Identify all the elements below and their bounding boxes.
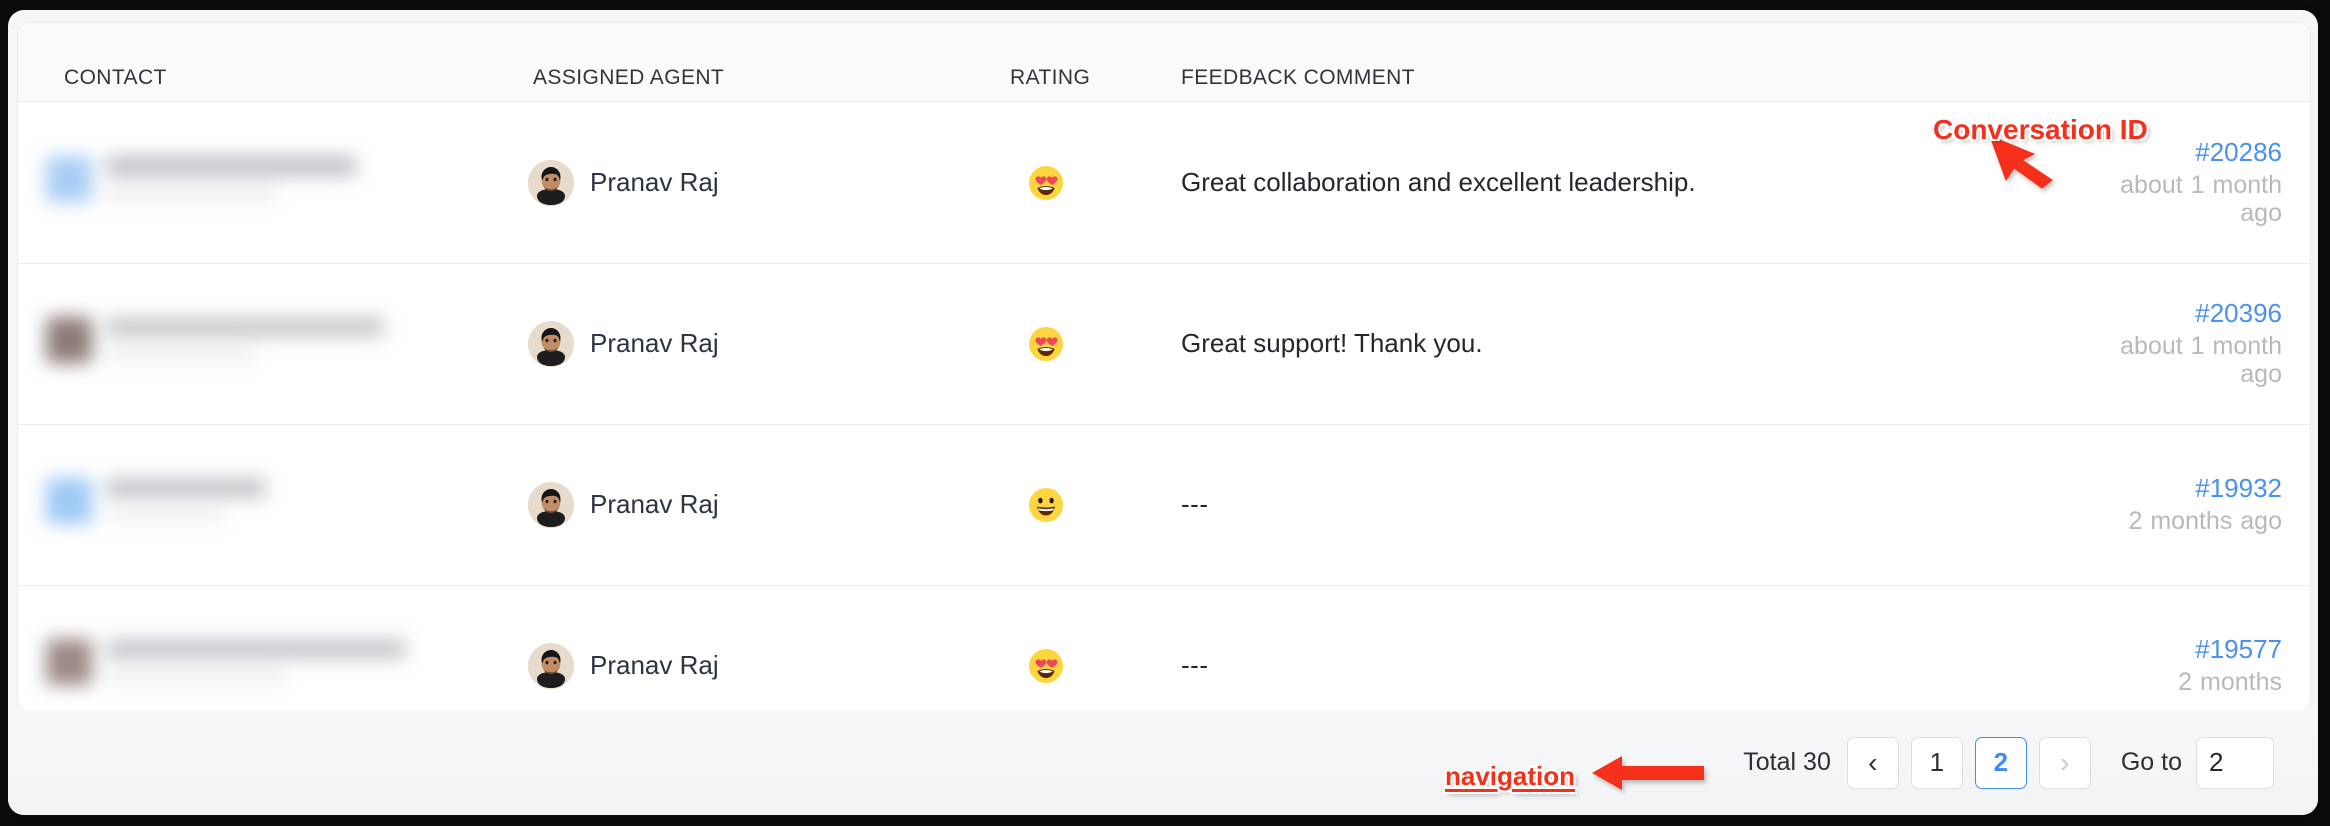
contact-sub-redacted [106,185,276,201]
assigned-agent-cell: Pranav Raj [528,585,719,711]
assigned-agent-cell: Pranav Raj [528,102,719,263]
rating-cell [1028,585,1064,711]
rating-cell [1028,424,1064,585]
pagination: Total 30 ‹ 1 2 › Go to [1743,736,2274,789]
contact-name-redacted [106,317,384,337]
table-row[interactable]: Pranav Raj Great support! Thank you. #20… [18,263,2310,424]
conversation-cell: #20396 about 1 month ago [2072,263,2282,424]
heart-eyes-emoji-icon [1028,648,1064,684]
chevron-left-icon: ‹ [1868,746,1878,778]
annotation-arrow-navigation [1592,756,1704,790]
grinning-face-emoji-icon [1028,487,1064,523]
rating-cell [1028,263,1064,424]
contact-avatar-redacted [46,155,92,202]
agent-name: Pranav Raj [590,650,719,680]
pagination-page-1-button[interactable]: 1 [1910,736,1963,789]
assigned-agent-cell: Pranav Raj [528,263,719,424]
contact-sub-redacted [106,507,226,523]
conversation-cell: #19932 2 months ago [2072,424,2283,585]
table-row[interactable]: Pranav Raj --- [18,585,2310,711]
goto-page-input[interactable] [2196,736,2274,789]
column-header-contact: CONTACT [64,66,167,89]
chevron-right-icon: › [2060,746,2070,778]
feedback-comment-cell: Great collaboration and excellent leader… [1181,167,1696,197]
conversation-cell: #19577 2 months [2072,585,2282,711]
feedback-comment-cell: --- [1181,585,2001,711]
feedback-comment-cell: --- [1181,424,2001,585]
rating-cell [1028,102,1064,263]
conversation-id-link[interactable]: #20396 [2195,299,2282,328]
conversation-id-link[interactable]: #19932 [2195,474,2282,503]
page-card: CONTACT ASSIGNED AGENT RATING FEEDBACK C… [8,10,2318,815]
contact-name-redacted [106,478,266,498]
contact-cell-redacted [46,424,466,585]
annotation-navigation: navigation [1445,761,1576,791]
assigned-agent-cell: Pranav Raj [528,424,719,585]
goto-label: Go to [2120,748,2182,776]
conversation-timestamp: 2 months ago [2128,506,2283,535]
contact-name-redacted [106,639,406,659]
heart-eyes-emoji-icon [1028,165,1064,201]
annotation-conversation-id: Conversation ID [1933,114,2148,145]
contact-avatar-redacted [46,477,92,524]
contact-avatar-redacted [46,316,92,363]
feedback-empty-placeholder: --- [1181,650,1209,680]
pagination-page-2-button[interactable]: 2 [1974,736,2027,789]
feedback-comment-cell: Great support! Thank you. [1181,328,1483,358]
contact-cell-redacted [46,263,466,424]
feedback-empty-placeholder: --- [1181,489,1209,519]
contact-cell-redacted [46,102,466,263]
heart-eyes-emoji-icon [1028,326,1064,362]
pagination-prev-button[interactable]: ‹ [1846,736,1899,789]
table-row[interactable]: Pranav Raj --- [18,424,2310,585]
contact-sub-redacted [106,346,256,362]
table-body: Pranav Raj Great collaboration and excel… [18,102,2310,711]
contact-sub-redacted [106,668,286,684]
contact-name-redacted [106,156,356,176]
agent-avatar [528,320,574,367]
total-count-label: Total 30 [1743,748,1831,776]
conversation-id-link[interactable]: #20286 [2195,138,2282,167]
pagination-next-button[interactable]: › [2038,736,2091,789]
conversation-timestamp: 2 months [2178,667,2282,696]
conversation-id-link[interactable]: #19577 [2195,635,2282,664]
conversation-timestamp: about 1 month ago [2120,331,2282,388]
column-header-assigned-agent: ASSIGNED AGENT [533,66,725,89]
contact-avatar-redacted [46,638,92,685]
agent-name: Pranav Raj [590,328,719,358]
contact-cell-redacted [46,585,466,711]
table-footer: Total 30 ‹ 1 2 › Go to [8,710,2318,815]
column-header-rating: RATING [1010,66,1091,89]
agent-name: Pranav Raj [590,489,719,519]
agent-name: Pranav Raj [590,167,719,197]
agent-avatar [528,159,574,206]
column-header-feedback-comment: FEEDBACK COMMENT [1181,66,1415,89]
agent-avatar [528,642,574,689]
agent-avatar [528,481,574,528]
table-header-row: CONTACT ASSIGNED AGENT RATING FEEDBACK C… [18,23,2310,102]
